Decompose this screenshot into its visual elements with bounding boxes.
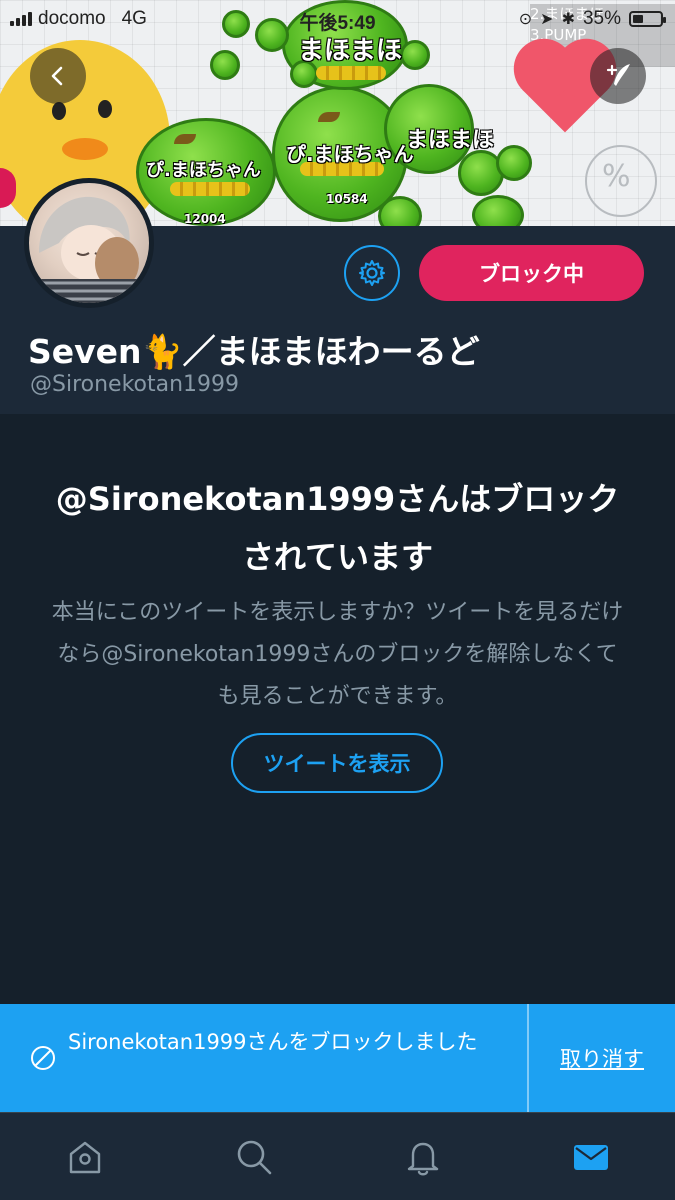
settings-button[interactable] xyxy=(344,245,400,301)
cell-label: まほまほ xyxy=(406,128,495,153)
blocked-notice-title: @Sironekotan1999さんはブロックされています xyxy=(55,480,620,576)
envelope-icon xyxy=(574,1145,608,1170)
back-button[interactable] xyxy=(30,48,86,104)
game-cell xyxy=(210,50,240,80)
location-icon: ➤ xyxy=(540,11,554,28)
cell-label: ぴ.まほちゃん xyxy=(286,142,414,166)
tab-messages[interactable] xyxy=(563,1131,619,1183)
caterpillar xyxy=(316,66,386,80)
tab-notifications[interactable] xyxy=(395,1131,451,1183)
toast-message: Sironekotan1999さんをブロックしました xyxy=(68,1030,478,1054)
game-button-outline: % xyxy=(585,145,657,217)
block-toast: Sironekotan1999さんをブロックしました 取り消す xyxy=(0,1004,675,1112)
percent-glyph: % xyxy=(602,159,631,194)
cell-score: 12004 xyxy=(184,212,226,226)
chick-beak xyxy=(62,138,108,160)
chevron-left-icon xyxy=(51,66,63,86)
show-tweets-button[interactable]: ツイートを表示 xyxy=(231,733,443,793)
blocked-notice-body: 本当にこのツイートを表示しますか？ツイートを見るだけなら@Sironekotan… xyxy=(51,600,624,709)
bluetooth-icon: ✱ xyxy=(561,11,575,28)
game-cell xyxy=(378,196,422,226)
undo-button[interactable]: 取り消す xyxy=(529,1004,675,1112)
compose-icon xyxy=(606,64,630,86)
gear-icon xyxy=(359,260,385,286)
chick-eye xyxy=(98,100,112,118)
avatar[interactable] xyxy=(24,178,154,308)
chick-eye xyxy=(52,102,66,120)
game-cell xyxy=(496,145,532,181)
orientation-lock-icon: ⊙ xyxy=(518,11,533,28)
home-icon xyxy=(69,1141,101,1174)
battery-icon xyxy=(629,11,666,27)
compose-tweet-button[interactable] xyxy=(590,48,646,104)
tab-bar xyxy=(0,1112,675,1200)
status-bar: docomo 4G 午後5:49 ⊙ ➤ ✱ 35% xyxy=(0,0,675,40)
block-icon xyxy=(31,1046,55,1070)
tab-home[interactable] xyxy=(57,1131,113,1183)
caterpillar xyxy=(170,182,250,196)
search-icon xyxy=(237,1140,272,1175)
cell-label: ぴ.まほちゃん xyxy=(146,160,261,181)
bell-icon xyxy=(407,1142,439,1176)
avatar-illustration xyxy=(39,196,139,303)
game-cell xyxy=(472,195,524,226)
battery-percent: 35% xyxy=(582,8,621,29)
display-name: Seven🐈／まほまほわーるど xyxy=(28,332,480,371)
game-cell xyxy=(400,40,430,70)
user-handle: @Sironekotan1999 xyxy=(30,372,240,397)
cell-score: 10584 xyxy=(326,192,368,206)
tab-search[interactable] xyxy=(226,1131,282,1183)
blocked-button[interactable]: ブロック中 xyxy=(419,245,644,301)
